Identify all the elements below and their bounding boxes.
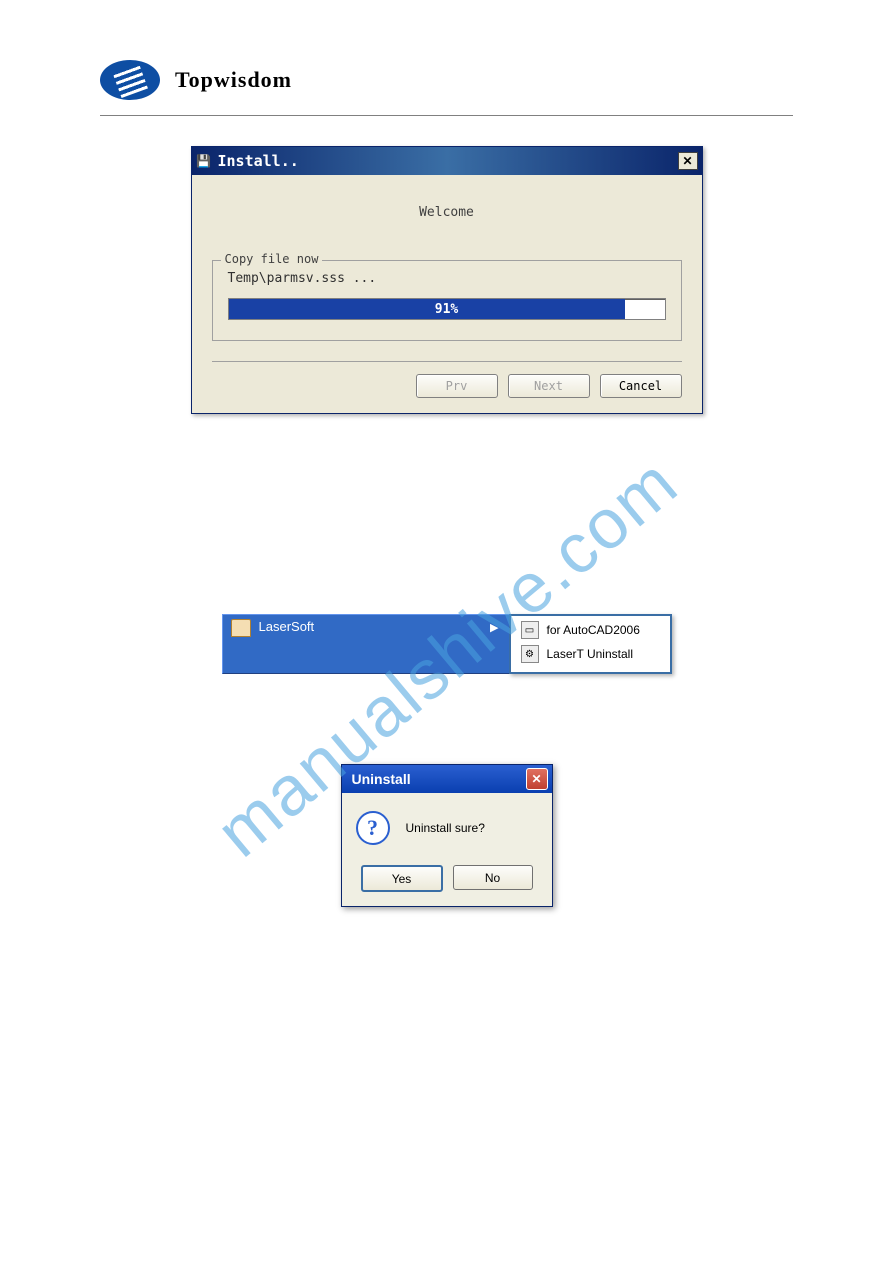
uninstall-icon: ⚙ [521, 645, 539, 663]
next-button[interactable]: Next [508, 374, 590, 398]
submenu-arrow-icon: ▶ [490, 621, 498, 634]
uninstall-dialog: Uninstall ✕ ? Uninstall sure? Yes No [341, 764, 553, 907]
prev-button[interactable]: Prv [416, 374, 498, 398]
brand-name: Topwisdom [175, 67, 292, 93]
copy-fieldset: Copy file now Temp\parmsv.sss ... 91% [212, 260, 682, 341]
page-header: Topwisdom [100, 60, 793, 116]
progress-percent: 91% [229, 299, 665, 319]
menu-item-autocad2006[interactable]: ▭ for AutoCAD2006 [511, 618, 670, 642]
installer-icon: 💾 [196, 153, 212, 169]
close-button[interactable]: ✕ [526, 768, 548, 790]
submenu-panel: ▭ for AutoCAD2006 ⚙ LaserT Uninstall [509, 614, 672, 674]
welcome-text: Welcome [212, 190, 682, 260]
question-icon: ? [356, 811, 390, 845]
menu-item-label: for AutoCAD2006 [547, 623, 640, 637]
no-button[interactable]: No [453, 865, 533, 890]
install-title: Install.. [218, 152, 678, 170]
install-titlebar: 💾 Install.. ✕ [192, 147, 702, 175]
app-icon: ▭ [521, 621, 539, 639]
close-button[interactable]: ✕ [678, 152, 698, 170]
body-paragraph-3 [110, 554, 783, 594]
uninstall-titlebar: Uninstall ✕ [342, 765, 552, 793]
uninstall-title: Uninstall [352, 771, 411, 787]
menu-item-uninstall[interactable]: ⚙ LaserT Uninstall [511, 642, 670, 666]
cancel-button[interactable]: Cancel [600, 374, 682, 398]
progress-bar: 91% [228, 298, 666, 320]
menu-folder-label: LaserSoft [259, 619, 315, 634]
start-menu-submenu: LaserSoft ▶ ▭ for AutoCAD2006 ⚙ LaserT U… [222, 614, 672, 674]
install-window: 💾 Install.. ✕ Welcome Copy file now Temp… [191, 146, 703, 414]
uninstall-message: Uninstall sure? [406, 821, 485, 835]
folder-icon [231, 619, 251, 637]
brand-logo [100, 60, 160, 100]
fieldset-legend: Copy file now [221, 252, 323, 266]
menu-item-label: LaserT Uninstall [547, 647, 633, 661]
yes-button[interactable]: Yes [361, 865, 443, 892]
body-paragraph-1 [110, 434, 783, 474]
menu-folder-lasersoft[interactable]: LaserSoft ▶ [222, 614, 509, 674]
body-paragraph-4 [110, 694, 783, 734]
body-paragraph-2 [110, 494, 783, 534]
copy-file-path: Temp\parmsv.sss ... [228, 271, 666, 286]
uninstall-button-row: Yes No [356, 865, 538, 892]
install-button-row: Prv Next Cancel [212, 361, 682, 398]
